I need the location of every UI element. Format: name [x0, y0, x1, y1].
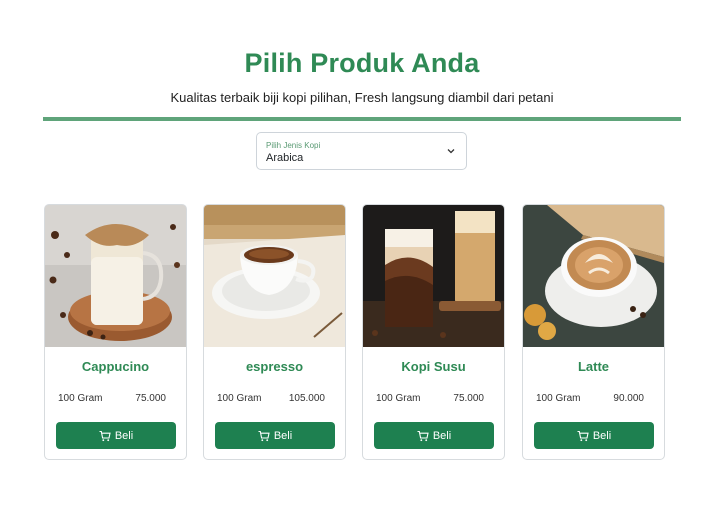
- buy-button-label: Beli: [273, 429, 293, 442]
- select-label: Pilih Jenis Kopi: [266, 141, 321, 150]
- product-price: 75.000: [135, 393, 166, 404]
- buy-button[interactable]: Beli: [215, 422, 335, 449]
- page-title: Pilih Produk Anda: [244, 48, 480, 78]
- cart-icon: [577, 430, 589, 441]
- buy-button-label: Beli: [114, 429, 134, 442]
- buy-button-label: Beli: [432, 429, 452, 442]
- product-name: Cappucino: [81, 359, 150, 374]
- buy-button[interactable]: Beli: [374, 422, 494, 449]
- coffee-type-select[interactable]: Pilih Jenis Kopi Arabica: [256, 132, 467, 170]
- product-card-kopi-susu: Kopi Susu 100 Gram 75.000 Beli: [362, 204, 505, 460]
- product-image-kopi-susu: [363, 205, 504, 347]
- product-name: espresso: [245, 359, 304, 374]
- select-value: Arabica: [266, 152, 304, 164]
- buy-button[interactable]: Beli: [534, 422, 654, 449]
- product-weight: 100 Gram: [376, 393, 421, 404]
- cart-icon: [417, 430, 429, 441]
- product-card-espresso: espresso 100 Gram 105.000 Beli: [203, 204, 346, 460]
- cart-icon: [99, 430, 111, 441]
- product-price: 105.000: [288, 393, 325, 404]
- product-image-latte: [523, 205, 664, 347]
- chevron-down-icon: [447, 149, 455, 154]
- product-image-cappucino: [45, 205, 186, 347]
- buy-button[interactable]: Beli: [56, 422, 176, 449]
- product-card-cappucino: Cappucino 100 Gram 75.000 Beli: [44, 204, 187, 460]
- product-weight: 100 Gram: [217, 393, 262, 404]
- product-weight: 100 Gram: [536, 393, 581, 404]
- product-weight: 100 Gram: [58, 393, 103, 404]
- cart-icon: [258, 430, 270, 441]
- product-card-latte: Latte 100 Gram 90.000 Beli: [522, 204, 665, 460]
- product-price: 90.000: [613, 393, 644, 404]
- page-subtitle: Kualitas terbaik biji kopi pilihan, Fres…: [170, 90, 554, 105]
- buy-button-label: Beli: [592, 429, 612, 442]
- product-price: 75.000: [453, 393, 484, 404]
- product-image-espresso: [204, 205, 345, 347]
- product-name: Latte: [577, 359, 610, 374]
- product-name: Kopi Susu: [401, 359, 466, 374]
- header-divider: [43, 117, 681, 121]
